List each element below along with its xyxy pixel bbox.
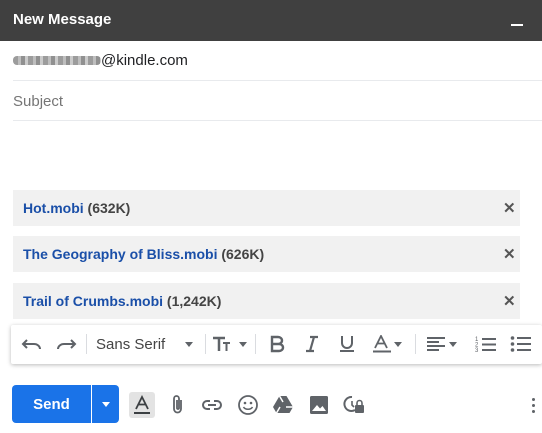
send-options-button[interactable] [92, 385, 119, 423]
send-button[interactable]: Send [12, 385, 91, 423]
redacted-recipient [13, 56, 101, 65]
attachment-size: (1,242K) [166, 293, 222, 309]
numbered-list-icon[interactable]: 123 [475, 333, 497, 355]
redo-icon[interactable] [55, 333, 77, 355]
google-drive-icon[interactable] [270, 392, 296, 418]
text-color-icon[interactable] [372, 333, 402, 355]
align-icon[interactable] [426, 333, 457, 355]
formatting-toolbar: Sans Serif 123 [11, 325, 542, 364]
attachment-size: (626K) [221, 246, 265, 262]
bulleted-list-icon[interactable] [510, 333, 532, 355]
attachment-name: Hot.mobi [23, 200, 84, 216]
subject-input[interactable] [13, 89, 533, 113]
toolbar-divider [415, 334, 416, 354]
window-title: New Message [13, 11, 112, 28]
chevron-down-icon [185, 341, 193, 347]
attachment-chip[interactable]: The Geography of Bliss.mobi (626K) ✕ [13, 236, 520, 272]
toolbar-divider [205, 334, 206, 354]
attach-file-icon[interactable] [165, 392, 191, 418]
toolbar-divider [255, 334, 256, 354]
italic-icon[interactable] [304, 333, 320, 355]
attachment-name: Trail of Crumbs.mobi [23, 293, 164, 309]
remove-attachment-icon[interactable]: ✕ [503, 292, 516, 310]
confidential-mode-icon[interactable] [341, 392, 367, 418]
chevron-down-icon [101, 401, 110, 407]
font-family-dropdown[interactable]: Sans Serif [96, 333, 200, 355]
title-bar: New Message [0, 0, 542, 41]
insert-link-icon[interactable] [199, 392, 225, 418]
chevron-down-icon [239, 341, 247, 347]
bold-icon[interactable] [269, 333, 285, 355]
minimize-icon[interactable] [511, 24, 523, 26]
recipients-field[interactable]: @kindle.com [13, 41, 542, 81]
attachment-chip[interactable]: Hot.mobi (632K) ✕ [13, 190, 520, 226]
chevron-down-icon [449, 341, 457, 347]
chevron-down-icon [394, 341, 402, 347]
svg-text:3: 3 [475, 348, 479, 353]
attachment-size: (632K) [87, 200, 131, 216]
underline-icon[interactable] [338, 333, 356, 355]
undo-icon[interactable] [21, 333, 43, 355]
insert-photo-icon[interactable] [306, 392, 332, 418]
remove-attachment-icon[interactable]: ✕ [503, 199, 516, 217]
recipient-domain: @kindle.com [101, 52, 188, 69]
attachment-name: The Geography of Bliss.mobi [23, 246, 218, 262]
formatting-options-icon[interactable] [129, 392, 155, 418]
attachment-chip[interactable]: Trail of Crumbs.mobi (1,242K) ✕ [13, 283, 520, 319]
emoji-icon[interactable] [235, 392, 261, 418]
remove-attachment-icon[interactable]: ✕ [503, 245, 516, 263]
subject-row [13, 81, 542, 121]
font-size-icon[interactable] [212, 333, 247, 355]
toolbar-divider [86, 334, 87, 354]
font-family-label: Sans Serif [96, 335, 166, 353]
more-options-icon[interactable] [526, 392, 540, 418]
